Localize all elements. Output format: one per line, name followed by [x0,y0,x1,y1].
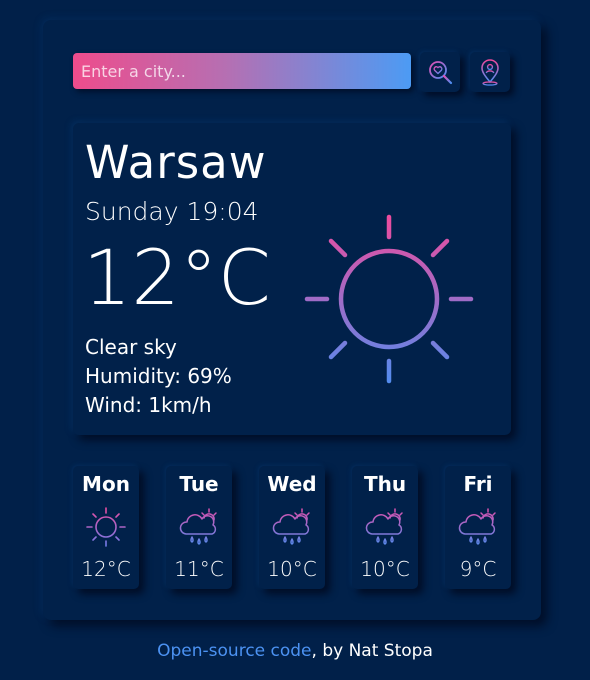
forecast-day-name: Fri [463,472,493,496]
sun-icon [304,214,474,384]
current-location-button[interactable] [470,52,510,92]
current-datetime: Sunday 19:04 [85,197,259,226]
city-search-input[interactable] [73,53,411,89]
rain-cloud-icon [179,508,217,545]
forecast-day-name: Wed [267,472,317,496]
search-button[interactable] [420,52,460,92]
rain-cloud-icon [272,508,310,545]
forecast-day-name: Mon [82,472,130,496]
forecast-day: Mon 12°C [73,466,139,589]
forecast-day: Wed 10°C [259,466,325,589]
location-pin-icon [481,59,499,86]
forecast-temperature: 9°C [459,557,497,581]
footer: Open-source code, by Nat Stopa [0,640,590,662]
humidity: Humidity: 69% [85,364,232,388]
weather-app-card: Warsaw Sunday 19:04 12°C Clear sky Humid… [43,20,541,620]
forecast-temperature: 11°C [174,557,224,581]
search-heart-icon [429,61,453,85]
wind: Wind: 1km/h [85,393,212,417]
search-bar [73,52,513,92]
forecast-day: Thu 10°C [352,466,418,589]
sun-icon [86,507,126,547]
forecast-day-name: Tue [179,472,219,496]
forecast-temperature: 10°C [360,557,410,581]
city-name: Warsaw [85,136,267,189]
forecast-temperature: 10°C [267,557,317,581]
forecast-day: Fri 9°C [445,466,511,589]
forecast-temperature: 12°C [81,557,131,581]
current-temperature: 12°C [83,233,271,322]
forecast-row: Mon 12°C Tue 11°C Wed 10°C Thu 10°C Fri … [73,466,513,590]
forecast-day: Tue 11°C [166,466,232,589]
rain-cloud-icon [458,508,496,545]
forecast-day-name: Thu [363,472,407,496]
rain-cloud-icon [365,508,403,545]
current-weather-panel: Warsaw Sunday 19:04 12°C Clear sky Humid… [73,123,511,435]
footer-author: , by Nat Stopa [311,641,433,661]
open-source-link[interactable]: Open-source code [157,641,311,661]
current-details: Clear sky Humidity: 69% Wind: 1km/h [85,333,232,420]
weather-description: Clear sky [85,335,177,359]
